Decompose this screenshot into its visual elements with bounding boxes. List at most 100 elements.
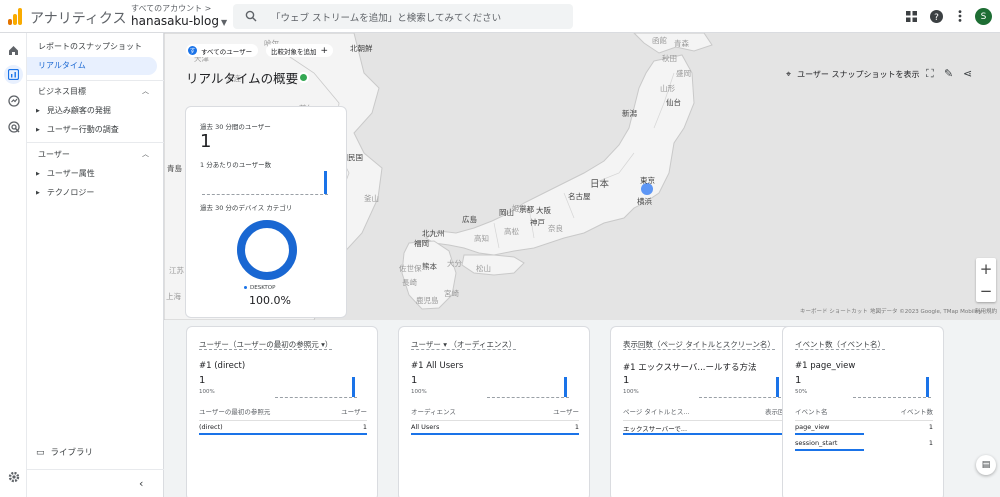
row-value: 1	[574, 423, 579, 431]
zoom-in-button[interactable]: +	[976, 258, 996, 280]
table-header: オーディエンス ユーザー	[411, 406, 579, 421]
row-name: All Users	[411, 423, 440, 431]
nav-item-label: ユーザー属性	[46, 169, 95, 178]
nav-item-label: テクノロジー	[46, 188, 95, 197]
map-label-aomori: 青森	[674, 39, 689, 48]
row-share-bar	[199, 433, 367, 435]
card-top-item: #1 エックスサーバ...ールする方法	[623, 363, 757, 373]
home-icon[interactable]	[4, 41, 23, 60]
reports-icon[interactable]	[4, 65, 23, 84]
chevron-up-icon: ︿	[142, 150, 149, 158]
map-label-yokohama: 横浜	[637, 197, 652, 206]
all-users-label: すべてのユーザー	[201, 47, 253, 56]
avatar[interactable]: S	[975, 8, 992, 25]
search-bar[interactable]: 「ウェブ ストリームを追加」と検索してみてください	[233, 4, 573, 29]
nav-section-label: ビジネス目標	[38, 87, 86, 96]
add-comparison-button[interactable]: 比較対象を追加 +	[266, 44, 334, 57]
help-icon[interactable]: ?	[928, 8, 944, 24]
nav-rail	[0, 33, 27, 497]
card-title-text: 表示回数（ページ タイトルとスクリーン名）	[623, 340, 775, 350]
nav-reports-snapshot[interactable]: レポートのスナップショット	[27, 38, 157, 56]
nav-item-demographics[interactable]: ▶ ユーザー属性	[36, 168, 95, 179]
reports-sidenav: レポートのスナップショット リアルタイム ビジネス目標 ︿ ▶ 見込み顧客の発掘 …	[27, 33, 164, 497]
settings-icon[interactable]	[4, 467, 23, 486]
table-row[interactable]: エックスサーバーで...1	[623, 423, 791, 435]
property-selector[interactable]: hanasaku-blog ▼	[131, 14, 227, 28]
analytics-logo-icon[interactable]	[8, 7, 22, 25]
account-breadcrumb[interactable]: すべてのアカウント >	[131, 3, 211, 14]
nav-item-user-behavior[interactable]: ▶ ユーザー行動の調査	[36, 124, 119, 135]
card-event-count: イベント数（イベント名） #1 page_view 1 50% イベント名 イベン…	[782, 326, 944, 497]
users-per-minute-chart[interactable]	[202, 171, 328, 195]
table-row[interactable]: All Users 1	[411, 423, 579, 435]
feedback-icon[interactable]: ▤	[976, 455, 996, 475]
device-percent: 100.0%	[249, 294, 291, 307]
card-title[interactable]: イベント数（イベント名）	[795, 340, 935, 350]
map-label-takamatsu: 高松	[504, 227, 519, 236]
all-users-chip[interactable]: す すべてのユーザー	[186, 44, 259, 57]
row-value: 1	[928, 423, 933, 431]
keyboard-shortcuts-link[interactable]: キーボード ショートカット	[800, 307, 868, 315]
map-label-akita: 秋田	[662, 54, 677, 63]
row-share-bar	[795, 433, 864, 435]
card-title-text: ユーザー（ユーザーの最初の参照元 ▾）	[199, 340, 333, 350]
row-value: 1	[362, 423, 367, 431]
caret-down-icon: ▼	[220, 18, 228, 27]
nav-realtime[interactable]: リアルタイム	[27, 57, 157, 75]
advertising-icon[interactable]	[4, 117, 23, 136]
device-donut-chart[interactable]	[236, 219, 298, 281]
col-metric: ユーザー	[553, 408, 579, 416]
map-label-himeji: 姫路	[512, 204, 527, 213]
card-title[interactable]: 表示回数（ページ タイトルとスクリーン名）	[623, 340, 793, 350]
map-label-tokyo: 東京	[640, 176, 655, 185]
collapse-nav-icon[interactable]: ‹	[139, 477, 143, 490]
card-top-item: #1 (direct)	[199, 361, 246, 371]
device-name: DESKTOP	[250, 285, 276, 291]
card-title-text: ユーザー ▾ （オーディエンス）	[411, 340, 517, 350]
status-check-icon	[298, 72, 309, 83]
nav-divider	[27, 80, 164, 81]
explore-icon[interactable]	[4, 91, 23, 110]
library-link[interactable]: ▭ ライブラリ	[36, 446, 93, 458]
edit-icon[interactable]: ✎	[944, 67, 953, 80]
table-row[interactable]: page_view 1	[795, 423, 933, 435]
spark-bar	[926, 377, 929, 397]
card-title[interactable]: ユーザー（ユーザーの最初の参照元 ▾）	[199, 340, 369, 350]
col-dimension: ユーザーの最初の参照元	[199, 408, 271, 416]
card-top-percent: 100%	[623, 389, 639, 395]
terms-link[interactable]: 利用規約	[975, 307, 997, 315]
page-title: リアルタイムの概要	[186, 71, 299, 86]
nav-section-business-goals[interactable]: ビジネス目標 ︿	[27, 86, 157, 97]
map-label-matsuyama: 松山	[476, 264, 491, 273]
map-label-hiroshima: 広島	[462, 215, 477, 224]
user-snapshot-button[interactable]: ⌖ ユーザー スナップショットを表示	[786, 69, 919, 80]
row-name: (direct)	[199, 423, 223, 431]
fullscreen-icon[interactable]: ⛶	[926, 67, 934, 81]
zoom-out-button[interactable]: −	[976, 280, 996, 302]
expand-arrow-icon: ▶	[36, 107, 40, 114]
library-label: ライブラリ	[50, 448, 94, 458]
nav-section-user[interactable]: ユーザー ︿	[27, 149, 157, 160]
map-label-jiangsu: 江苏	[169, 266, 184, 275]
map-label-kobe: 神戸	[530, 218, 545, 227]
expand-arrow-icon: ▶	[36, 189, 40, 196]
card-title[interactable]: ユーザー ▾ （オーディエンス）	[411, 340, 581, 350]
chevron-up-icon: ︿	[142, 87, 149, 95]
table-row[interactable]: session_start 1	[795, 439, 933, 451]
table-header: ページ タイトルとス... 表示回数	[623, 406, 791, 421]
share-icon[interactable]: ⋖	[963, 67, 972, 80]
map-label-oita: 大分	[447, 259, 462, 268]
spark-bar	[352, 377, 355, 397]
nav-item-tech[interactable]: ▶ テクノロジー	[36, 187, 94, 198]
apps-grid-icon[interactable]	[903, 8, 919, 24]
more-vert-icon[interactable]	[952, 8, 968, 24]
user-snapshot-label: ユーザー スナップショットを表示	[797, 70, 920, 79]
donut-slice-desktop	[237, 220, 297, 280]
search-icon	[245, 10, 257, 22]
user-segment-icon: す	[188, 46, 197, 55]
row-name: session_start	[795, 439, 838, 447]
realtime-summary-card: 過去 30 分間のユーザー 1 1 分あたりのユーザー数 過去 30 分のデバイ…	[185, 106, 347, 318]
card-sparkline	[699, 377, 781, 398]
nav-item-leads[interactable]: ▶ 見込み顧客の発掘	[36, 105, 111, 116]
table-row[interactable]: (direct) 1	[199, 423, 367, 435]
